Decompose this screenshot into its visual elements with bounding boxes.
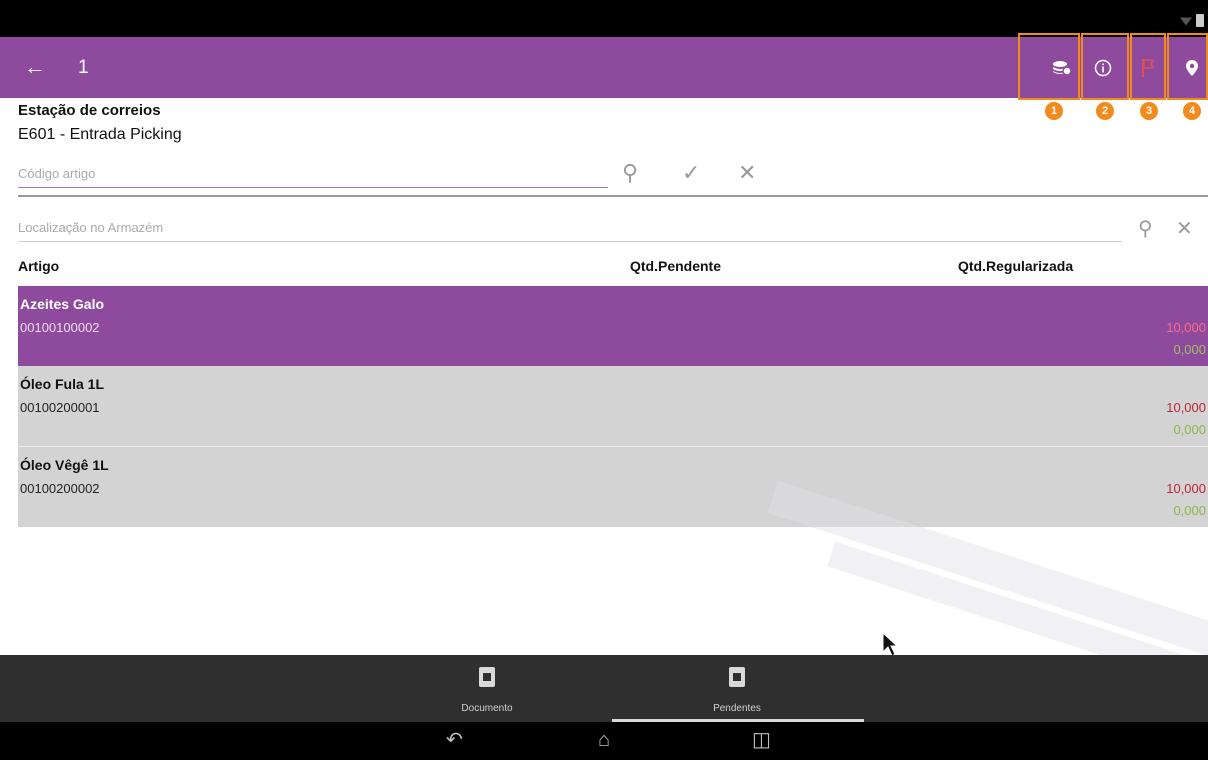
clipboard-check-icon: [479, 667, 495, 687]
battery-icon: [1196, 14, 1204, 27]
tab-pendentes[interactable]: Pendentes: [612, 655, 862, 722]
column-header-article: Artigo: [18, 258, 60, 274]
warehouse-location-input[interactable]: Localização no Armazém: [18, 220, 1122, 242]
tab-label: Documento: [461, 703, 513, 714]
column-header-qty-pending: Qtd.Pendente: [630, 258, 722, 274]
location-search-icon[interactable]: ⚲: [1138, 218, 1153, 240]
highlight-box-2: [1081, 33, 1129, 100]
column-header-qty-regularized: Qtd.Regularizada: [958, 258, 1074, 274]
annotation-badge-1: 1: [1045, 102, 1063, 120]
qty-regularized: 0,000: [1173, 422, 1206, 437]
page-title: 1: [78, 57, 89, 78]
bottom-tab-bar: Documento Pendentes: [0, 655, 1208, 722]
app-screen: ← 1 1 2 3 4 Estação de correios E601 - E…: [0, 0, 1208, 760]
status-bar: [0, 0, 1208, 37]
close-icon[interactable]: ✕: [738, 162, 756, 184]
section-divider: [18, 195, 1208, 197]
location-clear-icon[interactable]: ✕: [1176, 218, 1193, 240]
arrow-left-icon[interactable]: ←: [24, 55, 46, 79]
tab-label: Pendentes: [713, 703, 761, 714]
article-name: Azeites Galo: [20, 296, 105, 312]
tab-documento[interactable]: Documento: [362, 655, 612, 722]
annotation-badge-2: 2: [1096, 102, 1114, 120]
qty-regularized: 0,000: [1173, 503, 1206, 518]
article-name: Óleo Vêgê 1L: [20, 457, 109, 473]
highlight-box-1: [1018, 33, 1080, 100]
highlight-box-3: [1130, 33, 1166, 100]
article-name: Óleo Fula 1L: [20, 376, 105, 392]
table-row[interactable]: Óleo Vêgê 1L 00100200002 10,000 0,000: [18, 447, 1208, 527]
annotation-badge-4: 4: [1183, 102, 1201, 120]
station-value: E601 - Entrada Picking: [18, 126, 182, 143]
search-icon[interactable]: ⚲: [622, 162, 638, 184]
check-icon[interactable]: ✓: [682, 162, 700, 184]
nav-recents-icon[interactable]: ◫: [752, 730, 771, 750]
qty-pending: 10,000: [1166, 400, 1206, 415]
qty-pending: 10,000: [1166, 320, 1206, 335]
nav-back-icon[interactable]: ↶: [446, 730, 463, 750]
wifi-icon: [1180, 17, 1192, 26]
system-nav-bar: ↶ ⌂ ◫: [0, 722, 1208, 760]
nav-home-icon[interactable]: ⌂: [598, 730, 610, 750]
article-code: 00100200001: [20, 400, 100, 415]
annotation-badge-3: 3: [1140, 102, 1158, 120]
table-row[interactable]: Azeites Galo 00100100002 10,000 0,000: [18, 286, 1208, 366]
clipboard-alert-icon: [729, 667, 745, 687]
qty-pending: 10,000: [1166, 481, 1206, 496]
article-code-input[interactable]: Código artigo: [18, 166, 608, 188]
table-row[interactable]: Óleo Fula 1L 00100200001 10,000 0,000: [18, 366, 1208, 446]
article-code: 00100100002: [20, 320, 100, 335]
station-label: Estação de correios: [18, 102, 161, 119]
qty-regularized: 0,000: [1173, 342, 1206, 357]
article-code: 00100200002: [20, 481, 100, 496]
highlight-box-4: [1167, 33, 1208, 100]
